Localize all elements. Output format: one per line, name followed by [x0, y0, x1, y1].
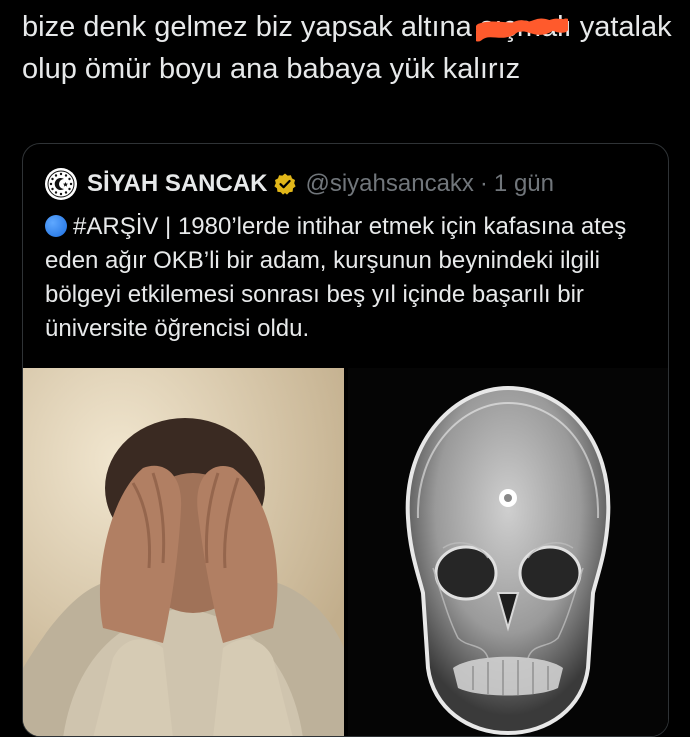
- scribbled-word: sıçmalı: [475, 6, 572, 48]
- blue-circle-icon: [45, 215, 67, 237]
- post-time[interactable]: 1 gün: [494, 170, 554, 198]
- author-handle[interactable]: @siyahsancakx: [305, 170, 473, 198]
- author-name[interactable]: SİYAH SANCAK: [87, 170, 267, 198]
- hashtag[interactable]: #ARŞİV: [73, 213, 158, 240]
- man-holding-head-photo[interactable]: [23, 368, 344, 736]
- separator-dot: ·: [479, 170, 488, 197]
- scribble-mark: [475, 18, 568, 42]
- tweet-text: bize denk gelmez biz yapsak altına sıçma…: [22, 6, 672, 90]
- media-grid: [23, 368, 668, 736]
- republic-emblem-icon: [47, 170, 75, 198]
- quoted-tweet-text: #ARŞİV | 1980’lerde intihar etmek için k…: [45, 210, 655, 346]
- quoted-tweet-card[interactable]: SİYAH SANCAK @siyahsancakx · 1 gün #ARŞİ…: [22, 143, 669, 737]
- skull-xray-image[interactable]: [348, 368, 668, 736]
- author-avatar[interactable]: [45, 168, 77, 200]
- tweet-text-part1: bize denk gelmez biz yapsak altına: [22, 11, 480, 43]
- gold-verified-icon[interactable]: [273, 172, 297, 196]
- quoted-tweet-header: SİYAH SANCAK @siyahsancakx · 1 gün: [45, 166, 554, 202]
